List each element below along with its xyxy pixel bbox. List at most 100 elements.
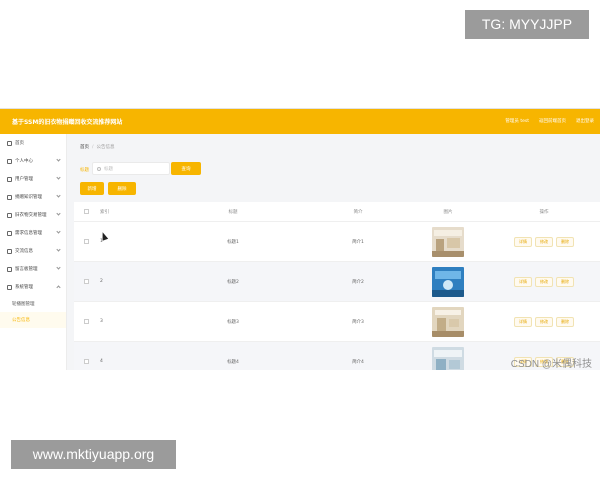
sidebar: 首页 个人中心 用户管理 捐赠知识管理 旧衣物交易管理 需求信息管理 交流信息 … xyxy=(0,134,67,370)
list-icon xyxy=(7,230,12,236)
chevron-down-icon xyxy=(56,229,61,234)
sidebar-item-trade[interactable]: 旧衣物交易管理 xyxy=(0,206,66,224)
cell-index: 4 xyxy=(100,359,103,364)
add-button-label: 新增 xyxy=(87,186,97,192)
cell-title: 标题2 xyxy=(227,279,239,285)
query-button-label: 查询 xyxy=(181,166,191,172)
sidebar-item-knowledge[interactable]: 捐赠知识管理 xyxy=(0,188,66,206)
chevron-down-icon xyxy=(56,175,61,180)
header-index: 索引 xyxy=(100,209,109,215)
chevron-down-icon xyxy=(56,193,61,198)
row-checkbox[interactable] xyxy=(83,319,89,324)
admin-app: 基于SSM的旧衣物捐赠回收交流推荐网站 管理员 test 返回前端首页 退出登录… xyxy=(0,108,600,370)
search-label: 标题 xyxy=(80,168,89,173)
gear-icon xyxy=(7,284,12,290)
sidebar-item-label: 交流信息 xyxy=(15,249,33,254)
sidebar-item-users[interactable]: 用户管理 xyxy=(0,170,66,188)
cell-index: 3 xyxy=(100,319,103,324)
sidebar-item-label: 旧衣物交易管理 xyxy=(15,213,47,218)
edit-button[interactable]: 修改 xyxy=(535,276,553,287)
header-brief[interactable]: 简介 xyxy=(308,209,408,215)
chat-icon xyxy=(7,248,12,254)
row-thumbnail xyxy=(432,346,464,370)
sidebar-item-home[interactable]: 首页 xyxy=(0,134,66,152)
select-all-checkbox[interactable] xyxy=(83,209,89,214)
users-icon xyxy=(7,176,12,182)
header-title[interactable]: 标题 xyxy=(158,209,308,215)
breadcrumb-home[interactable]: 首页 xyxy=(80,145,89,150)
chevron-down-icon xyxy=(56,211,61,216)
row-delete-button[interactable]: 删除 xyxy=(556,276,574,287)
sidebar-item-label: 系统管理 xyxy=(15,285,33,290)
chevron-down-icon xyxy=(56,265,61,270)
search-placeholder: 标题 xyxy=(104,166,113,172)
row-thumbnail xyxy=(432,266,464,297)
delete-button-label: 删除 xyxy=(117,186,127,192)
detail-button[interactable]: 详情 xyxy=(514,276,532,287)
row-checkbox[interactable] xyxy=(83,279,89,284)
edit-button[interactable]: 修改 xyxy=(535,236,553,247)
sidebar-item-exchange[interactable]: 交流信息 xyxy=(0,242,66,260)
user-icon xyxy=(7,158,12,164)
cell-brief: 简介3 xyxy=(352,319,364,325)
add-button[interactable]: 新增 xyxy=(80,182,104,195)
row-thumbnail xyxy=(432,306,464,337)
home-icon xyxy=(7,140,12,146)
chevron-down-icon xyxy=(56,157,61,162)
sidebar-item-label: 需求信息管理 xyxy=(15,231,42,236)
row-checkbox[interactable] xyxy=(83,359,89,364)
sidebar-subitem-label: 轮播图管理 xyxy=(12,302,35,307)
table-row: 2 标题2 简介2 详情 修改 删除 xyxy=(74,262,600,302)
app-title: 基于SSM的旧衣物捐赠回收交流推荐网站 xyxy=(12,119,123,126)
sidebar-item-system[interactable]: 系统管理 xyxy=(0,278,66,296)
sidebar-item-label: 个人中心 xyxy=(15,159,33,164)
row-checkbox[interactable] xyxy=(83,239,89,244)
admin-user-link[interactable]: 管理员 test xyxy=(505,118,529,124)
notice-table: 索引 标题 简介 图片 操作 1 标题1 简介1 详情 修改 删除 2 标题2 … xyxy=(74,202,600,370)
chevron-up-icon xyxy=(56,285,61,290)
sidebar-item-label: 首页 xyxy=(15,141,24,146)
detail-button[interactable]: 详情 xyxy=(514,316,532,327)
cell-brief: 简介4 xyxy=(352,359,364,365)
sidebar-item-label: 留言板管理 xyxy=(15,267,38,272)
query-button[interactable]: 查询 xyxy=(171,162,201,175)
breadcrumb-current: 公告信息 xyxy=(96,145,115,150)
row-thumbnail xyxy=(432,226,464,257)
search-input[interactable]: 标题 xyxy=(92,162,170,175)
detail-button[interactable]: 详情 xyxy=(514,236,532,247)
cell-index: 1 xyxy=(100,239,103,244)
table-row: 1 标题1 简介1 详情 修改 删除 xyxy=(74,222,600,262)
breadcrumb: 首页 / 公告信息 xyxy=(80,144,115,150)
sidebar-subitem-notice[interactable]: 公告信息 xyxy=(0,312,66,328)
table-header: 索引 标题 简介 图片 操作 xyxy=(74,202,600,222)
sidebar-item-profile[interactable]: 个人中心 xyxy=(0,152,66,170)
cell-title: 标题1 xyxy=(227,239,239,245)
cell-brief: 简介2 xyxy=(352,279,364,285)
watermark-top: TG: MYYJJPP xyxy=(465,10,589,39)
edit-button[interactable]: 修改 xyxy=(535,316,553,327)
breadcrumb-separator: / xyxy=(92,145,94,150)
cell-title: 标题3 xyxy=(227,319,239,325)
search-icon xyxy=(97,166,101,171)
logout-link[interactable]: 退出登录 xyxy=(576,118,594,124)
header-ops: 操作 xyxy=(539,209,549,215)
row-delete-button[interactable]: 删除 xyxy=(556,236,574,247)
cell-brief: 简介1 xyxy=(352,239,364,245)
delete-button[interactable]: 删除 xyxy=(108,182,136,195)
shirt-icon xyxy=(7,212,12,218)
message-icon xyxy=(7,266,12,272)
sidebar-subitem-carousel[interactable]: 轮播图管理 xyxy=(0,296,66,312)
header-image[interactable]: 图片 xyxy=(408,209,488,215)
book-icon xyxy=(7,194,12,200)
chevron-down-icon xyxy=(56,247,61,252)
table-row: 3 标题3 简介3 详情 修改 删除 xyxy=(74,302,600,342)
sidebar-item-guestbook[interactable]: 留言板管理 xyxy=(0,260,66,278)
row-delete-button[interactable]: 删除 xyxy=(556,316,574,327)
sidebar-item-demand[interactable]: 需求信息管理 xyxy=(0,224,66,242)
top-bar: 基于SSM的旧衣物捐赠回收交流推荐网站 管理员 test 返回前端首页 退出登录 xyxy=(0,109,600,134)
sidebar-item-label: 捐赠知识管理 xyxy=(15,195,42,200)
csdn-watermark: CSDN @米偶科技 xyxy=(510,359,592,370)
front-home-link[interactable]: 返回前端首页 xyxy=(539,118,566,124)
cell-index: 2 xyxy=(100,279,103,284)
sidebar-subitem-label: 公告信息 xyxy=(12,318,30,323)
